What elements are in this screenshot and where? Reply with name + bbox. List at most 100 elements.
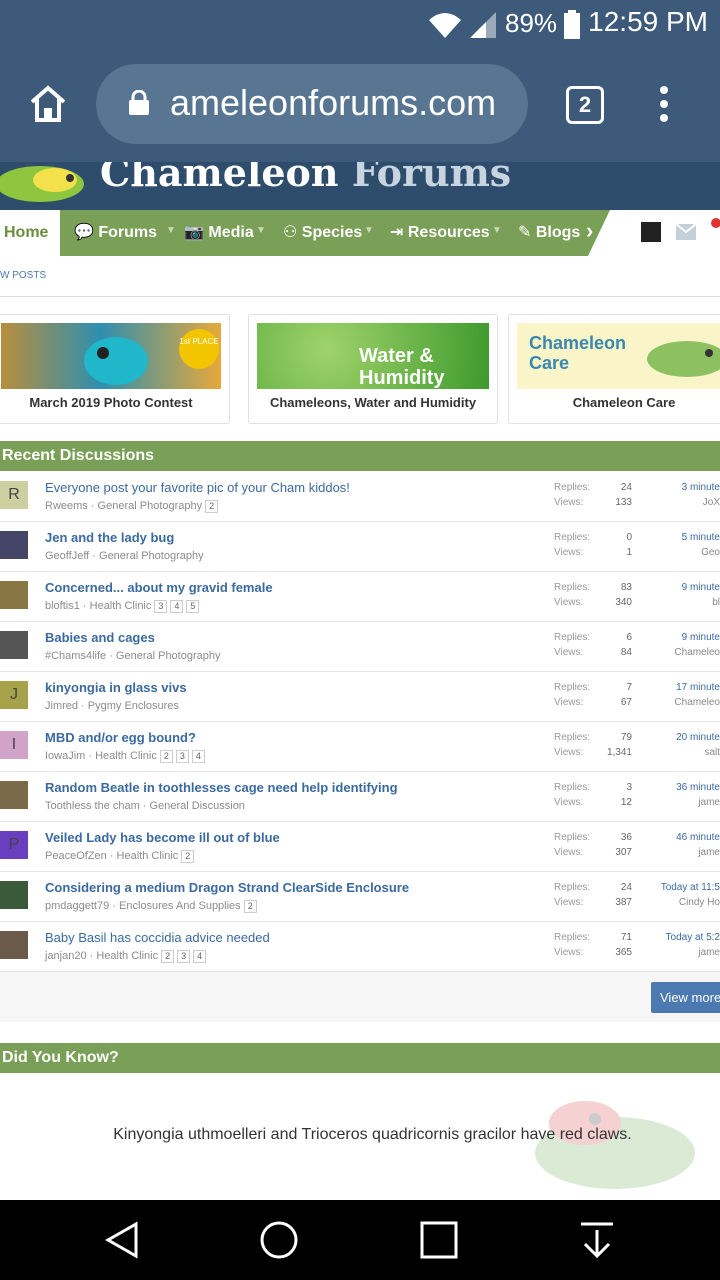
thread-title[interactable]: Baby Basil has coccidia advice needed xyxy=(45,930,270,945)
table-row[interactable]: Concerned... about my gravid female bloft… xyxy=(0,572,720,622)
user-avatar[interactable] xyxy=(641,222,661,242)
avatar[interactable] xyxy=(0,531,28,559)
last-post-time[interactable]: Today at 11:5 xyxy=(640,882,720,893)
feature-card-care[interactable]: Chameleon Care Chameleon Care xyxy=(508,314,720,424)
table-row[interactable]: I MBD and/or egg bound? IowaJim · Health C… xyxy=(0,722,720,772)
thread-meta-text[interactable]: Toothless the cham · General Discussion xyxy=(45,800,245,812)
notification-badge[interactable] xyxy=(711,218,720,228)
last-post-user[interactable]: Chameleo xyxy=(640,697,720,708)
last-post-time[interactable]: 36 minute xyxy=(640,782,720,793)
page-link[interactable]: 4 xyxy=(170,600,184,613)
avatar[interactable]: R xyxy=(0,481,28,509)
download-icon[interactable] xyxy=(577,1220,617,1260)
thread-title[interactable]: Everyone post your favorite pic of your … xyxy=(45,480,350,495)
nav-media[interactable]: 📷 Media xyxy=(184,222,254,242)
thread-title[interactable]: Babies and cages xyxy=(45,630,155,645)
back-icon[interactable] xyxy=(102,1220,142,1260)
page-link[interactable]: 2 xyxy=(243,900,257,913)
chevron-right-icon[interactable]: › xyxy=(586,218,593,244)
table-row[interactable]: Considering a medium Dragon Strand Clear… xyxy=(0,872,720,922)
recents-icon[interactable] xyxy=(419,1220,459,1260)
table-row[interactable]: Random Beatle in toothlesses cage need h… xyxy=(0,772,720,822)
feature-card-photo-contest[interactable]: 1st PLACE March 2019 Photo Contest xyxy=(0,314,230,424)
thread-title[interactable]: MBD and/or egg bound? xyxy=(45,730,196,745)
page-link[interactable]: 2 xyxy=(161,950,175,963)
last-post-user[interactable]: salt xyxy=(640,747,720,758)
last-post-user[interactable]: Geo xyxy=(640,547,720,558)
view-more-button[interactable]: View more xyxy=(651,982,720,1013)
thread-meta-text[interactable]: Jimred · Pygmy Enclosures xyxy=(45,700,179,712)
thread-meta-text[interactable]: Rweems · General Photography xyxy=(45,500,202,512)
table-row[interactable]: Baby Basil has coccidia advice needed jan… xyxy=(0,922,720,972)
chameleon-image xyxy=(84,337,148,385)
avatar[interactable]: P xyxy=(0,831,28,859)
thread-title[interactable]: Random Beatle in toothlesses cage need h… xyxy=(45,780,398,795)
thread-meta-text[interactable]: PeaceOfZen · Health Clinic xyxy=(45,850,178,862)
subnav-link[interactable]: W POSTS xyxy=(0,270,46,281)
home-icon[interactable] xyxy=(28,84,68,124)
last-post-user[interactable]: Cindy Ho xyxy=(640,897,720,908)
last-post-user[interactable]: JoX xyxy=(640,497,720,508)
page-link[interactable]: 2 xyxy=(205,500,219,513)
nav-species[interactable]: ⚇ Species xyxy=(283,222,362,242)
thread-title[interactable]: Veiled Lady has become ill out of blue xyxy=(45,830,280,845)
table-row[interactable]: Babies and cages #Chams4life · General Ph… xyxy=(0,622,720,672)
views-count: 387 xyxy=(615,897,632,908)
avatar[interactable] xyxy=(0,781,28,809)
thread-meta-text[interactable]: IowaJim · Health Clinic xyxy=(45,750,157,762)
table-row[interactable]: Jen and the lady bug GeoffJeff · General … xyxy=(0,522,720,572)
last-post-user[interactable]: jame xyxy=(640,847,720,858)
thread-title[interactable]: Considering a medium Dragon Strand Clear… xyxy=(45,880,409,895)
page-link[interactable]: 5 xyxy=(186,600,200,613)
battery-icon xyxy=(564,10,580,39)
thread-meta-text[interactable]: bloftis1 · Health Clinic xyxy=(45,600,151,612)
page-link[interactable]: 3 xyxy=(175,750,189,763)
page-link[interactable]: 4 xyxy=(191,750,205,763)
thread-meta-text[interactable]: janjan20 · Health Clinic xyxy=(45,950,158,962)
avatar[interactable]: I xyxy=(0,731,28,759)
last-post-time[interactable]: Today at 5:2 xyxy=(640,932,720,943)
page-link[interactable]: 2 xyxy=(181,850,195,863)
page-link[interactable]: 3 xyxy=(154,600,168,613)
avatar[interactable] xyxy=(0,881,28,909)
page-link[interactable]: 4 xyxy=(193,950,207,963)
mail-icon[interactable] xyxy=(676,224,696,240)
last-post-time[interactable]: 9 minute xyxy=(640,582,720,593)
avatar[interactable] xyxy=(0,581,28,609)
nav-blogs[interactable]: ✎ Blogs xyxy=(518,222,580,242)
table-row[interactable]: P Veiled Lady has become ill out of blue P… xyxy=(0,822,720,872)
last-post-time[interactable]: 46 minute xyxy=(640,832,720,843)
table-row[interactable]: Jkinyongia in glass vivs Jimred · Pygmy E… xyxy=(0,672,720,722)
menu-dots-icon[interactable] xyxy=(654,86,674,122)
avatar[interactable]: J xyxy=(0,681,28,709)
last-post-time[interactable]: 20 minute xyxy=(640,732,720,743)
tab-switcher-button[interactable]: 2 xyxy=(566,86,604,124)
last-post-user[interactable]: jame xyxy=(640,797,720,808)
page-link[interactable]: 2 xyxy=(159,750,173,763)
thread-meta-text[interactable]: pmdaggett79 · Enclosures And Supplies xyxy=(45,900,241,912)
views-count: 340 xyxy=(615,597,632,608)
feature-card-water[interactable]: Water & Humidity Chameleons, Water and H… xyxy=(248,314,498,424)
thread-meta-text[interactable]: #Chams4life · General Photography xyxy=(45,650,220,662)
nav-forums[interactable]: 💬 Forums xyxy=(74,222,157,242)
thread-title[interactable]: Concerned... about my gravid female xyxy=(45,580,273,595)
last-post-user[interactable]: bl xyxy=(640,597,720,608)
thread-meta-text[interactable]: GeoffJeff · General Photography xyxy=(45,550,204,562)
signal-icon xyxy=(470,12,496,38)
avatar[interactable] xyxy=(0,631,28,659)
last-post-user[interactable]: jame xyxy=(640,947,720,958)
nav-home[interactable]: Home xyxy=(0,210,60,256)
page-link[interactable]: 3 xyxy=(177,950,191,963)
last-post-time[interactable]: 9 minute xyxy=(640,632,720,643)
url-bar[interactable]: ameleonforums.com xyxy=(96,64,528,144)
last-post-user[interactable]: Chameleo xyxy=(640,647,720,658)
table-row[interactable]: R Everyone post your favorite pic of your… xyxy=(0,472,720,522)
last-post-time[interactable]: 5 minute xyxy=(640,532,720,543)
last-post-time[interactable]: 17 minute xyxy=(640,682,720,693)
thread-title[interactable]: Jen and the lady bug xyxy=(45,530,174,545)
avatar[interactable] xyxy=(0,931,28,959)
thread-title[interactable]: kinyongia in glass vivs xyxy=(45,680,187,695)
nav-resources[interactable]: ⇥ Resources xyxy=(390,222,490,242)
last-post-time[interactable]: 3 minute xyxy=(640,482,720,493)
home-circle-icon[interactable] xyxy=(259,1220,299,1260)
